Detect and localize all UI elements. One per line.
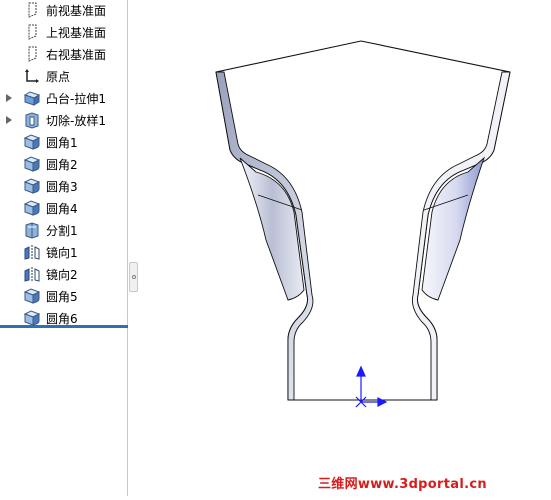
tree-item-split1[interactable]: 分割1: [0, 219, 128, 241]
tree-item-label: 切除-放样1: [46, 113, 106, 128]
plane-icon: [22, 0, 42, 20]
tree-item-label: 圆角3: [46, 179, 78, 194]
reference-triad: [355, 365, 388, 408]
grip-dot-icon: [132, 275, 136, 279]
tree-item-boss-extrude[interactable]: 凸台-拉伸1: [0, 87, 128, 109]
expand-arrow-icon[interactable]: [4, 94, 13, 103]
tree-item-right-plane[interactable]: 右视基准面: [0, 43, 128, 65]
tree-item-label: 圆角4: [46, 201, 78, 216]
tree-item-front-plane[interactable]: 前视基准面: [0, 0, 128, 21]
tree-item-label: 前视基准面: [46, 3, 107, 18]
tree-item-label: 凸台-拉伸1: [46, 91, 106, 106]
tree-item-fillet3[interactable]: 圆角3: [0, 175, 128, 197]
fillet-icon: [22, 286, 42, 306]
tree-item-label: 镜向1: [46, 245, 78, 260]
mirror-icon: [22, 264, 42, 284]
tree-item-label: 圆角6: [46, 311, 78, 326]
tree-item-label: 分割1: [46, 223, 78, 238]
fillet-icon: [22, 176, 42, 196]
origin-icon: [22, 66, 42, 86]
model-view: [215, 40, 511, 408]
tree-item-label: 圆角2: [46, 157, 78, 172]
tree-item-label: 原点: [46, 69, 71, 84]
tree-item-fillet1[interactable]: 圆角1: [0, 131, 128, 153]
fillet-icon: [22, 132, 42, 152]
tree-item-origin[interactable]: 原点: [0, 65, 128, 87]
extrude-icon: [22, 88, 42, 108]
tree-item-label: 右视基准面: [46, 47, 107, 62]
tree-item-label: 上视基准面: [46, 25, 107, 40]
tree-item-label: 圆角5: [46, 289, 78, 304]
graphics-viewport[interactable]: [138, 0, 551, 496]
cut-loft-icon: [22, 110, 42, 130]
tree-item-fillet4[interactable]: 圆角4: [0, 197, 128, 219]
tree-item-label: 镜向2: [46, 267, 78, 282]
left-cut-surface: [239, 157, 305, 301]
mirror-icon: [22, 242, 42, 262]
panel-splitter-handle[interactable]: [129, 262, 138, 292]
tree-item-label: 圆角1: [46, 135, 78, 150]
tree-item-fillet2[interactable]: 圆角2: [0, 153, 128, 175]
tree-item-fillet5[interactable]: 圆角5: [0, 285, 128, 307]
tree-item-cut-loft[interactable]: 切除-放样1: [0, 109, 128, 131]
tree-item-mirror2[interactable]: 镜向2: [0, 263, 128, 285]
rollback-bar[interactable]: [0, 325, 128, 328]
fillet-icon: [22, 198, 42, 218]
tree-item-top-plane[interactable]: 上视基准面: [0, 21, 128, 43]
right-cut-surface: [421, 156, 485, 301]
watermark-text: 三维网www.3dportal.cn: [318, 472, 546, 492]
plane-icon: [22, 44, 42, 64]
feature-manager-tree: 前视基准面 上视基准面 右视基准面 原点 凸台-拉伸1 切除-放样1 圆角1 圆…: [0, 0, 128, 496]
fillet-icon: [22, 154, 42, 174]
split-icon: [22, 220, 42, 240]
expand-arrow-icon[interactable]: [4, 116, 13, 125]
tree-item-mirror1[interactable]: 镜向1: [0, 241, 128, 263]
part-silhouette: [215, 40, 511, 401]
plane-icon: [22, 22, 42, 42]
